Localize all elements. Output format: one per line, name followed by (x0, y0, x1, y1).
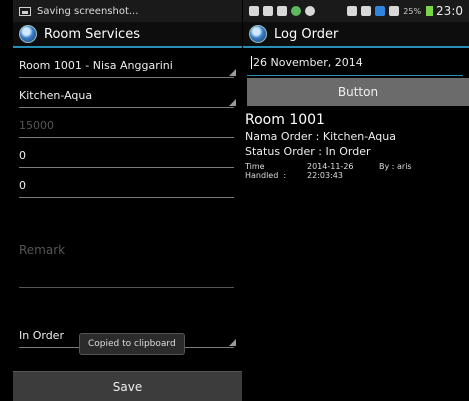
status-bar: Saving screenshot... (13, 0, 242, 22)
battery-icon (426, 6, 434, 16)
quantity-field-value: 0 (19, 149, 26, 162)
save-button[interactable]: Save (13, 371, 242, 401)
remark-field[interactable]: Remark (19, 228, 234, 288)
remark-field-hint: Remark (19, 243, 66, 257)
status-spinner-value: In Order (19, 329, 64, 342)
log-order-screen: 25% 23:0 Log Order 26 November, 2014 But… (243, 0, 469, 401)
item-spinner[interactable]: Kitchen-Aqua (19, 78, 236, 108)
time-handled-row: Time Handled : 2014-11-26 22:03:43 By : … (245, 162, 469, 180)
page-title: Room Services (44, 26, 140, 42)
quantity-field[interactable]: 0 (19, 138, 234, 168)
status-bar: 25% 23:0 (243, 0, 469, 22)
app-logo-icon (19, 25, 37, 43)
clipboard-toast: Copied to clipboard (79, 333, 185, 355)
total-field-value: 0 (19, 179, 26, 192)
time-handled-label: Time Handled : (245, 162, 287, 180)
room-spinner-value: Room 1001 - Nisa Anggarini (19, 59, 173, 72)
date-field[interactable]: 26 November, 2014 (247, 50, 463, 76)
page-title: Log Order (274, 26, 339, 42)
battery-percent: 25% (403, 6, 422, 16)
date-field-value: 26 November, 2014 (253, 56, 363, 69)
mute-icon (347, 6, 358, 16)
action-bar: Log Order (243, 22, 469, 48)
price-field-hint: 15000 (19, 119, 54, 132)
price-field[interactable]: 15000 (19, 108, 234, 138)
wifi-icon (361, 6, 372, 16)
room-spinner[interactable]: Room 1001 - Nisa Anggarini (19, 48, 236, 78)
image-icon (277, 6, 287, 16)
edit-icon (263, 6, 273, 16)
status-notification: Saving screenshot... (37, 5, 139, 17)
android-icon (291, 6, 301, 16)
room-title: Room 1001 (245, 112, 325, 128)
time-handled-value: 2014-11-26 22:03:43 (307, 162, 354, 181)
room-services-screen: Saving screenshot... Room Services Room … (13, 0, 242, 401)
order-status: Status Order : In Order (245, 145, 371, 158)
text-caret (251, 56, 252, 69)
chrome-icon (305, 6, 315, 16)
submit-button[interactable]: Button (247, 78, 469, 106)
notification-icon (375, 6, 386, 16)
order-name: Nama Order : Kitchen-Aqua (245, 130, 396, 143)
gallery-icon (249, 6, 259, 16)
handled-by: By : aris (379, 162, 412, 171)
action-bar: Room Services (13, 22, 242, 48)
screenshot-icon (19, 6, 31, 16)
clock: 23:0 (436, 4, 463, 18)
total-field[interactable]: 0 (19, 168, 234, 198)
signal-icon (389, 6, 400, 16)
item-spinner-value: Kitchen-Aqua (19, 89, 93, 102)
app-logo-icon (249, 25, 267, 43)
